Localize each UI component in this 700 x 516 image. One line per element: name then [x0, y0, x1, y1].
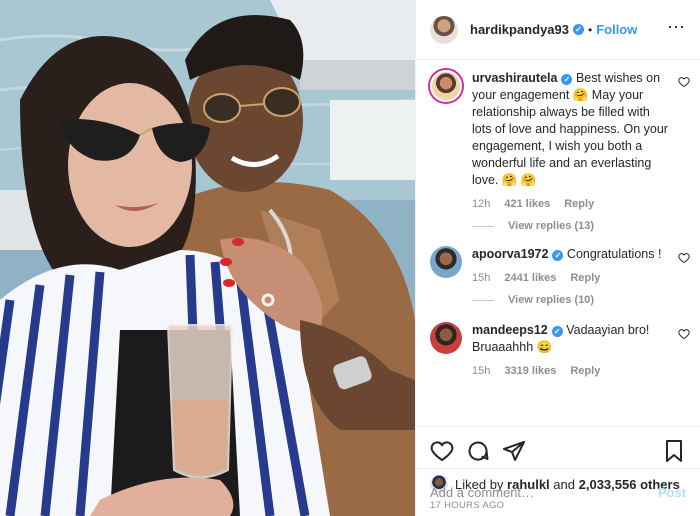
couple-photo-illustration [0, 0, 415, 516]
comment-username[interactable]: mandeeps12 [472, 323, 548, 337]
comment-avatar[interactable] [430, 246, 462, 278]
add-comment-bar: Post [416, 468, 700, 516]
post-side-panel: hardikpandya93 ✓ • Follow ⋯ urvashiraute… [415, 0, 700, 516]
comment-meta: 15h 2441 likes Reply [472, 272, 672, 284]
comment-body: urvashirautela ✓ Best wishes on your enga… [472, 70, 686, 232]
view-replies-label: View replies (10) [508, 294, 595, 306]
verified-badge-icon: ✓ [561, 74, 573, 85]
comment-text: apoorva1972 ✓ Congratulations ! [472, 246, 672, 263]
comment-meta: 12h 421 likes Reply [472, 198, 672, 210]
comment-content: Congratulations ! [566, 247, 662, 261]
comment-icon[interactable] [466, 439, 490, 463]
comment-body: mandeeps12 ✓ Vadaayian bro! Bruaaahhh 😄 1… [472, 322, 686, 377]
comment-content: Best wishes on your engagement 🤗 May you… [472, 71, 668, 187]
comment-avatar[interactable] [430, 70, 462, 102]
view-replies-label: View replies (13) [508, 220, 595, 232]
comment-time[interactable]: 12h [472, 198, 490, 210]
comment-avatar[interactable] [430, 322, 462, 354]
heart-icon[interactable] [430, 439, 454, 463]
post-header: hardikpandya93 ✓ • Follow ⋯ [416, 0, 700, 60]
comment-input[interactable] [430, 485, 658, 500]
comment-meta: 15h 3319 likes Reply [472, 365, 672, 377]
comment-likes[interactable]: 2441 likes [504, 272, 556, 284]
author-avatar[interactable] [430, 15, 458, 44]
verified-badge-icon: ✓ [573, 24, 584, 35]
comment-heart-icon[interactable] [678, 76, 690, 88]
header-separator: • [588, 22, 593, 37]
comments-list: urvashirautela ✓ Best wishes on your enga… [416, 60, 700, 426]
comment-text: urvashirautela ✓ Best wishes on your enga… [472, 70, 672, 189]
author-username[interactable]: hardikpandya93 [470, 22, 569, 37]
comment-item: urvashirautela ✓ Best wishes on your enga… [430, 70, 690, 232]
comment-username[interactable]: apoorva1972 [472, 247, 548, 261]
comment-item: apoorva1972 ✓ Congratulations ! 15h 2441 l… [430, 246, 690, 306]
post-photo[interactable] [0, 0, 415, 516]
verified-badge-icon: ✓ [551, 326, 563, 337]
view-replies-button[interactable]: View replies (10) [472, 294, 672, 306]
comment-reply-button[interactable]: Reply [564, 198, 594, 210]
more-options-icon[interactable]: ⋯ [667, 18, 686, 36]
comment-body: apoorva1972 ✓ Congratulations ! 15h 2441 l… [472, 246, 686, 306]
post-comment-button[interactable]: Post [658, 485, 686, 500]
comment-heart-icon[interactable] [678, 252, 690, 264]
replies-divider [472, 299, 494, 301]
bookmark-icon[interactable] [662, 439, 686, 463]
share-icon[interactable] [502, 439, 526, 463]
instagram-post: hardikpandya93 ✓ • Follow ⋯ urvashiraute… [0, 0, 700, 516]
comment-reply-button[interactable]: Reply [570, 272, 600, 284]
comment-time[interactable]: 15h [472, 272, 490, 284]
comment-likes[interactable]: 421 likes [504, 198, 550, 210]
comment-username[interactable]: urvashirautela [472, 71, 557, 85]
comment-likes[interactable]: 3319 likes [504, 365, 556, 377]
verified-badge-icon: ✓ [552, 250, 564, 261]
comment-heart-icon[interactable] [678, 328, 690, 340]
view-replies-button[interactable]: View replies (13) [472, 220, 672, 232]
comment-reply-button[interactable]: Reply [570, 365, 600, 377]
post-actions-bar [416, 426, 700, 474]
follow-button[interactable]: Follow [596, 22, 637, 37]
comment-time[interactable]: 15h [472, 365, 490, 377]
comment-text: mandeeps12 ✓ Vadaayian bro! Bruaaahhh 😄 [472, 322, 672, 356]
replies-divider [472, 225, 494, 227]
comment-item: mandeeps12 ✓ Vadaayian bro! Bruaaahhh 😄 1… [430, 322, 690, 377]
